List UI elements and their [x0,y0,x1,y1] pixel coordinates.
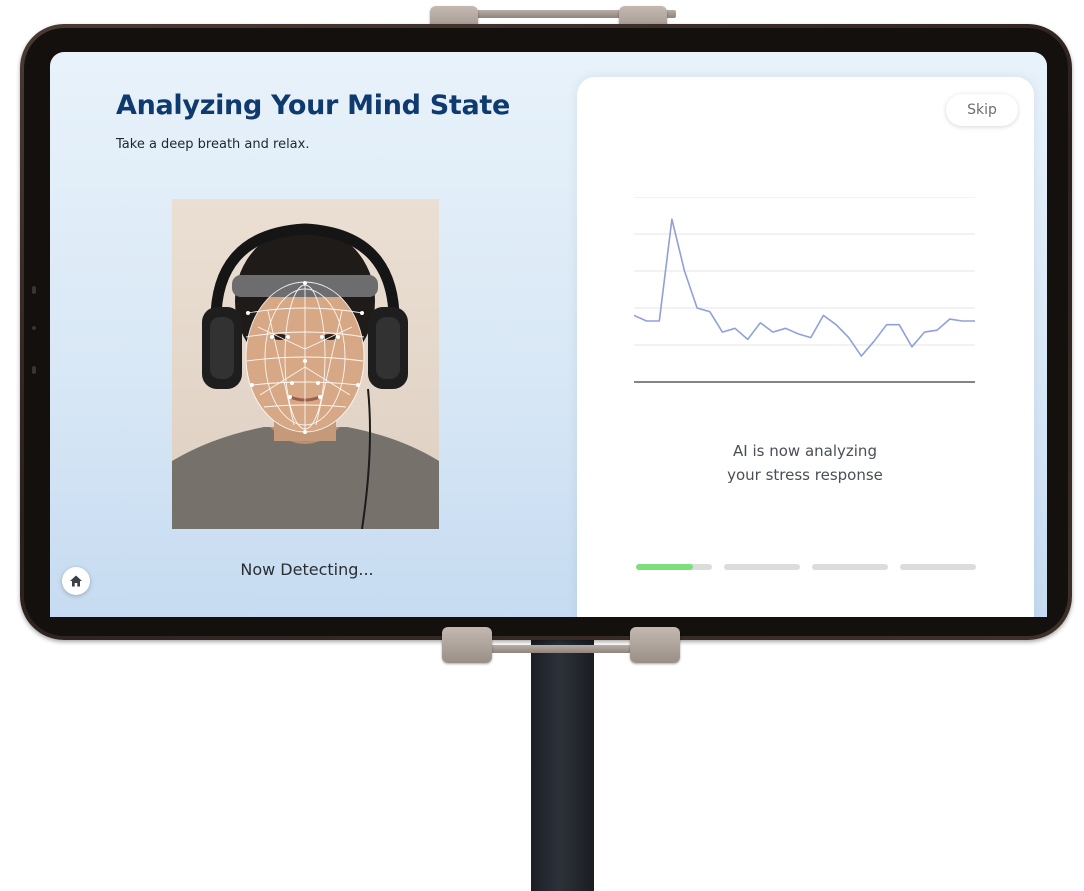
page-subtitle: Take a deep breath and relax. [116,137,310,152]
face-scan-illustration [172,223,439,529]
home-button[interactable] [62,567,90,595]
analysis-line-2: your stress response [727,466,883,484]
chart-series-line [634,218,975,357]
progress-fill [636,564,693,570]
tablet-side-button [32,286,36,294]
face-scan-photo [172,199,439,529]
progress-step [812,564,888,570]
app-screen: Analyzing Your Mind State Take a deep br… [50,52,1047,617]
tablet-side-button [32,326,36,330]
stress-response-chart [634,197,976,383]
skip-button[interactable]: Skip [946,94,1018,126]
progress-step [636,564,712,570]
home-icon [70,575,82,587]
progress-step [724,564,800,570]
detection-status: Now Detecting... [240,560,374,579]
bottom-clamp-right [630,627,680,663]
progress-step [900,564,976,570]
analysis-line-1: AI is now analyzing [733,442,877,460]
analysis-card: Skip AI is now analyzing your stress res… [577,77,1034,617]
stand-pole [531,640,594,891]
analysis-progress [636,564,976,570]
tablet-side-button [32,366,36,374]
bottom-clamp-left [442,627,492,663]
page-title: Analyzing Your Mind State [116,90,511,121]
analysis-message: AI is now analyzing your stress response [635,439,975,487]
